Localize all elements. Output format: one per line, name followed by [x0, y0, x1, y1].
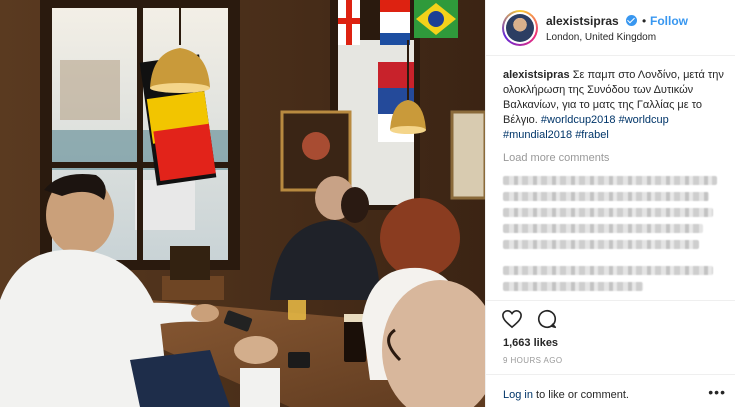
hashtag-link[interactable]: #mundial2018: [503, 129, 572, 141]
pub-scene-image: [0, 0, 485, 407]
follow-button[interactable]: Follow: [650, 14, 688, 28]
location-link[interactable]: London, United Kingdom: [546, 32, 656, 43]
post-caption: alexistsipras Σε παμπ στο Λονδίνο, μετά …: [503, 68, 728, 143]
login-link[interactable]: Log in: [503, 389, 533, 401]
heart-icon[interactable]: [501, 309, 523, 329]
blurred-comment: [503, 208, 713, 217]
blurred-comment: [503, 224, 703, 233]
action-bar: [486, 300, 735, 336]
load-more-comments-link[interactable]: Load more comments: [503, 152, 609, 164]
blurred-comment: [503, 192, 709, 201]
blurred-comment: [503, 266, 713, 275]
hashtag-link[interactable]: #frabel: [575, 129, 609, 141]
post-photo[interactable]: [0, 0, 485, 407]
likes-count[interactable]: 1,663 likes: [503, 337, 558, 349]
separator-dot: •: [642, 14, 647, 28]
username-link[interactable]: alexistsipras: [546, 14, 619, 28]
hashtag-link[interactable]: #worldcup: [619, 114, 669, 126]
hashtag-link[interactable]: #worldcup2018: [541, 114, 616, 126]
blurred-comment: [503, 282, 643, 291]
login-footer: Log in to like or comment. •••: [486, 374, 735, 407]
avatar-photo: [506, 14, 534, 42]
post-timestamp: 9 HOURS AGO: [503, 356, 563, 365]
blurred-comment: [503, 240, 699, 249]
post-sidebar: alexistsipras • Follow London, United Ki…: [485, 0, 735, 407]
login-prompt: Log in to like or comment.: [503, 389, 629, 401]
login-prompt-text: to like or comment.: [532, 389, 629, 401]
verified-badge-icon: [626, 15, 637, 26]
avatar[interactable]: [502, 10, 538, 46]
blurred-comment: [503, 176, 717, 185]
caption-username-link[interactable]: alexistsipras: [503, 69, 570, 81]
post-header: alexistsipras • Follow London, United Ki…: [486, 0, 735, 56]
more-options-icon[interactable]: •••: [708, 384, 726, 400]
instagram-post: alexistsipras • Follow London, United Ki…: [0, 0, 735, 407]
comment-icon[interactable]: [536, 308, 558, 330]
